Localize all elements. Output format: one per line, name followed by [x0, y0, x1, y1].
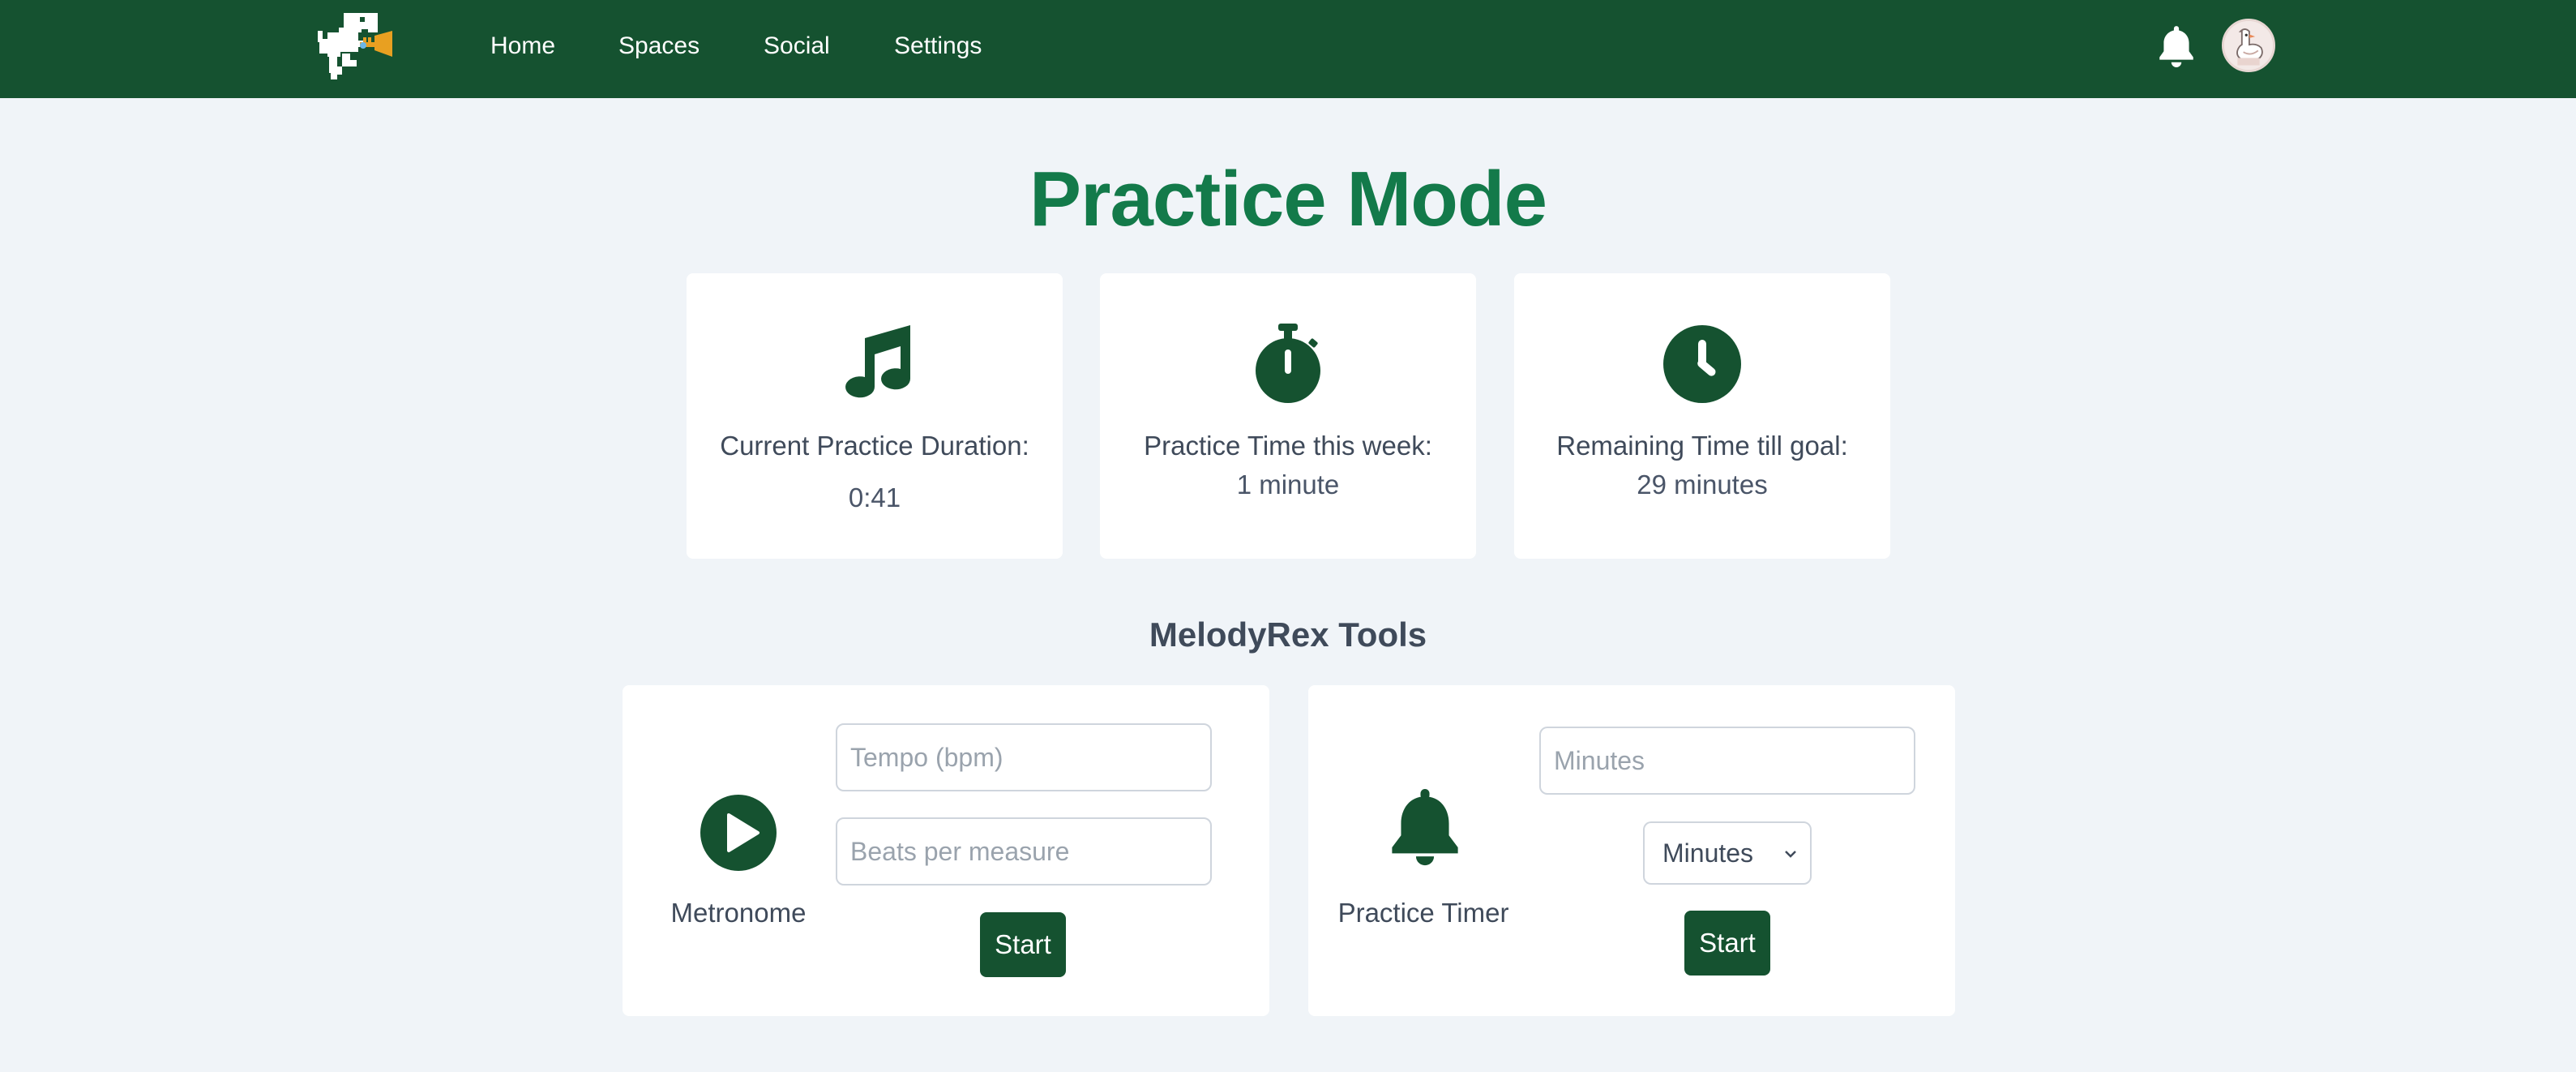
trumpet-dino-logo[interactable] — [315, 8, 397, 86]
play-circle-icon[interactable] — [700, 794, 777, 872]
stat-value: 0:41 — [848, 482, 901, 512]
practice-timer-card: Practice Timer Minutes Start — [1308, 685, 1955, 1016]
nav-link-settings[interactable]: Settings — [894, 0, 982, 92]
minutes-input[interactable] — [1539, 727, 1915, 795]
tools-heading: MelodyRex Tools — [1149, 615, 1427, 654]
user-avatar[interactable] — [2222, 19, 2275, 72]
practice-timer-label: Practice Timer — [1337, 898, 1509, 928]
stat-card-current-duration: Current Practice Duration: 0:41 — [687, 273, 1063, 559]
stat-card-remaining-time: Remaining Time till goal: 29 minutes — [1514, 273, 1890, 559]
dino-logo-icon — [318, 13, 392, 79]
stat-label: Practice Time this week: — [1144, 431, 1432, 461]
tempo-input[interactable] — [836, 723, 1212, 791]
nav-link-home[interactable]: Home — [490, 0, 555, 92]
stopwatch-icon — [1247, 324, 1329, 405]
clock-icon — [1662, 324, 1743, 405]
nav-link-social[interactable]: Social — [764, 0, 830, 92]
bell-icon — [1386, 789, 1464, 867]
stat-card-week-time: Practice Time this week: 1 minute — [1100, 273, 1476, 559]
music-note-icon — [834, 322, 915, 403]
page-title: Practice Mode — [1029, 156, 1547, 242]
top-navbar: Home Spaces Social Settings — [0, 0, 2576, 98]
metronome-label: Metronome — [670, 898, 807, 928]
chevron-down-icon — [1785, 851, 1796, 858]
metronome-start-button[interactable]: Start — [980, 912, 1066, 977]
goose-avatar-icon — [2224, 21, 2273, 70]
time-unit-selected: Minutes — [1662, 838, 1754, 868]
stat-label: Remaining Time till goal: — [1556, 431, 1848, 461]
timer-start-button[interactable]: Start — [1684, 911, 1770, 976]
beats-per-measure-input[interactable] — [836, 817, 1212, 885]
time-unit-select[interactable]: Minutes — [1643, 821, 1812, 885]
metronome-card: Metronome Start — [623, 685, 1269, 1016]
stat-value: 1 minute — [1236, 470, 1340, 500]
notification-bell-icon[interactable] — [2156, 24, 2197, 68]
stat-value: 29 minutes — [1637, 470, 1768, 500]
stat-label: Current Practice Duration: — [720, 431, 1029, 461]
nav-link-spaces[interactable]: Spaces — [618, 0, 700, 92]
